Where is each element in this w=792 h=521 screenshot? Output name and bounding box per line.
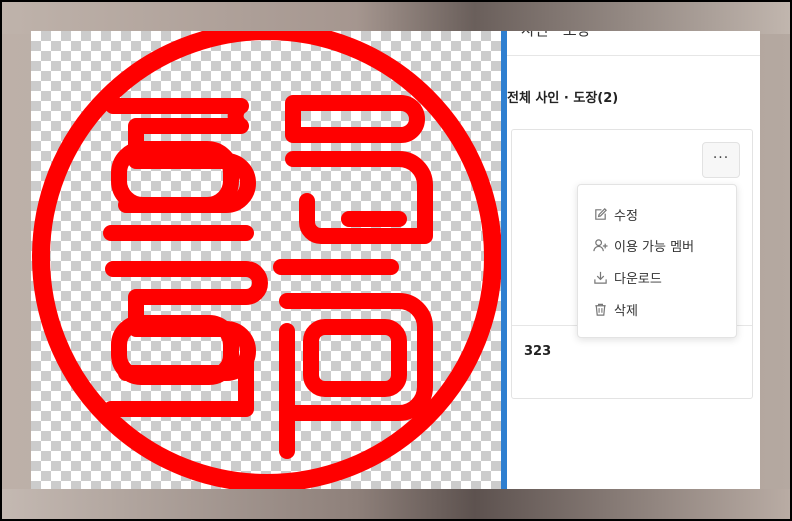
- menu-item-label: 삭제: [614, 303, 638, 319]
- panel-header-title: 사인 · 도장: [521, 31, 591, 40]
- add-user-icon: [593, 238, 608, 251]
- menu-item-delete[interactable]: 삭제: [593, 298, 638, 320]
- stamp-seal-image: [32, 31, 501, 489]
- panel-header: 사인 · 도장: [507, 31, 760, 56]
- menu-item-label: 수정: [614, 208, 638, 224]
- menu-item-edit[interactable]: 수정: [593, 203, 638, 225]
- photo-bottom-band: [2, 489, 790, 519]
- stamp-image-viewer: [31, 31, 501, 489]
- card-context-menu: 수정 이용 가능 멤버 다운로드 삭제: [577, 184, 737, 338]
- stamp-card-name: 323: [524, 344, 552, 359]
- stamp-glyph-top-left: [103, 98, 256, 241]
- menu-item-label: 다운로드: [614, 271, 662, 287]
- menu-item-download[interactable]: 다운로드: [593, 266, 662, 288]
- photo-top-band: [2, 2, 790, 34]
- menu-item-label: 이용 가능 멤버: [614, 239, 695, 255]
- stamp-glyph-top-right: [273, 95, 433, 275]
- section-title: 전체 사인 · 도장(2): [507, 91, 619, 106]
- trash-icon: [595, 303, 606, 316]
- menu-item-available-members[interactable]: 이용 가능 멤버: [593, 234, 694, 256]
- stamp-glyph-bottom-left: [103, 261, 268, 417]
- edit-icon: [595, 207, 607, 220]
- more-options-button[interactable]: ···: [702, 142, 740, 178]
- download-icon: [594, 271, 607, 284]
